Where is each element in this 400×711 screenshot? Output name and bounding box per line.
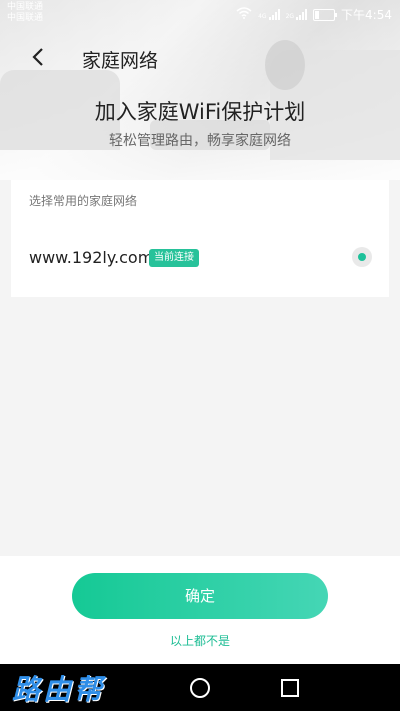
carrier-labels: 中国联通 中国联通 — [7, 2, 43, 24]
battery-icon — [313, 8, 338, 21]
router-help-logo: 路由帮 — [12, 673, 106, 706]
radio-selected-dot — [358, 253, 366, 261]
network-name: www.192ly.com — [29, 248, 154, 267]
recents-button[interactable] — [281, 679, 299, 697]
headline: 加入家庭WiFi保护计划 — [94, 100, 306, 124]
status-right: 4G 2G 下午4:54 — [236, 6, 392, 23]
signal-icon-2: 2G — [285, 9, 308, 20]
network-list-label: 选择常用的家庭网络 — [29, 194, 138, 208]
signal-icon-1: 4G — [258, 9, 280, 20]
home-button[interactable] — [190, 678, 210, 698]
back-button[interactable] — [24, 42, 54, 72]
status-bar: 中国联通 中国联通 4G 2G 下午4:54 — [0, 0, 400, 28]
network-row[interactable]: www.192ly.com 当前连接 — [11, 240, 389, 276]
subheadline: 轻松管理路由，畅享家庭网络 — [109, 133, 291, 149]
nav-bar: 家庭网络 — [0, 38, 400, 78]
network-type-2: 2G — [285, 13, 295, 20]
clock: 下午4:54 — [341, 8, 392, 22]
confirm-button[interactable]: 确定 — [72, 573, 328, 619]
none-of-above-link[interactable]: 以上都不是 — [0, 632, 400, 649]
carrier-2: 中国联通 — [7, 13, 44, 23]
bottom-panel: 确定 以上都不是 — [0, 556, 400, 664]
wifi-icon — [236, 7, 252, 22]
network-card: 选择常用的家庭网络 www.192ly.com 当前连接 — [11, 180, 389, 297]
system-nav-bar: 路由帮 — [0, 664, 400, 711]
chevron-left-icon — [24, 42, 54, 72]
network-type-1: 4G — [258, 13, 267, 20]
carrier-1: 中国联通 — [7, 2, 44, 12]
current-connection-badge: 当前连接 — [149, 249, 199, 267]
network-radio[interactable] — [352, 247, 372, 267]
page-title: 家庭网络 — [82, 50, 159, 72]
